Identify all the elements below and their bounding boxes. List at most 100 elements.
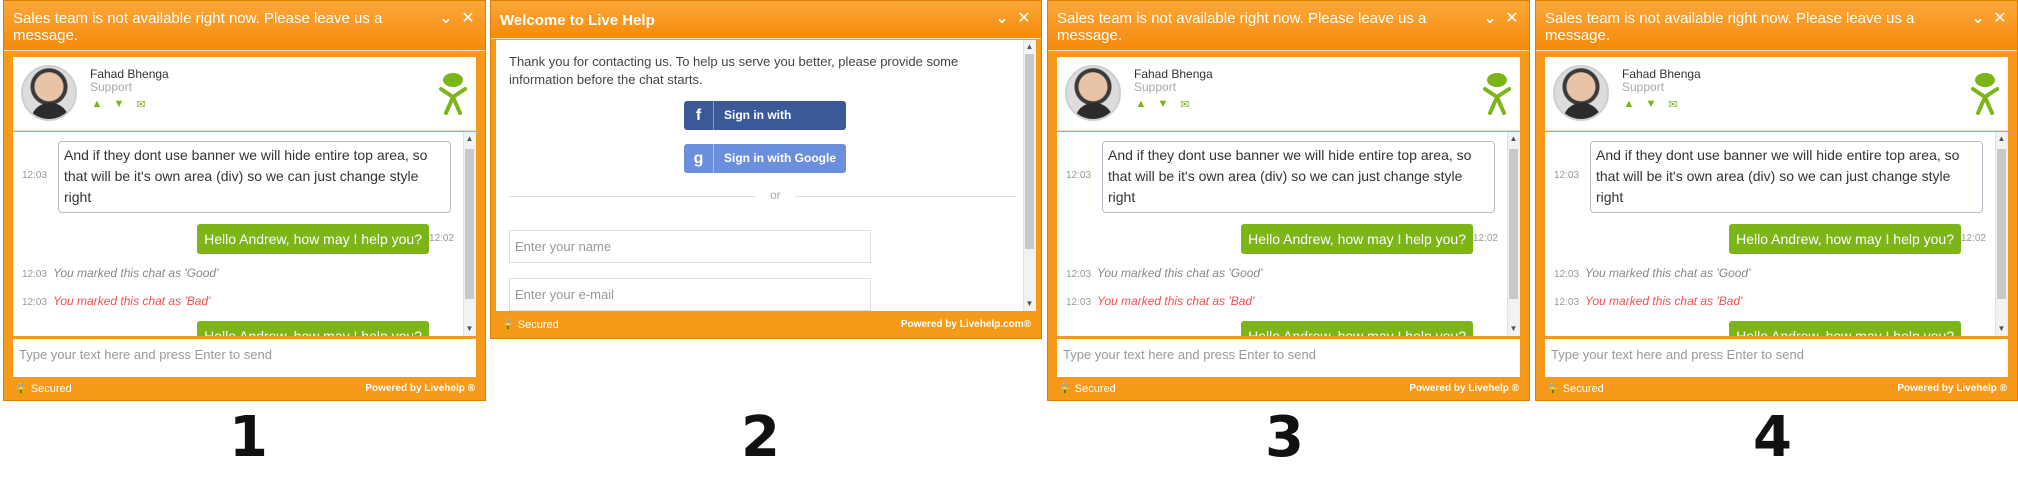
outgoing-message: Hello Andrew, how may I help you?: [1241, 321, 1473, 336]
incoming-message: And if they dont use banner we will hide…: [58, 141, 451, 213]
secured-label: 🔒 Secured: [14, 378, 72, 400]
email-icon[interactable]: ✉: [1178, 98, 1192, 111]
powered-by-link[interactable]: Powered by Livehelp.com®: [901, 311, 1031, 338]
scroll-down-icon[interactable]: ▼: [1997, 324, 2006, 334]
minimize-icon[interactable]: ⌄: [1481, 10, 1499, 28]
system-message-bad: 12:03 You marked this chat as 'Bad': [1066, 294, 1254, 308]
powered-by-link[interactable]: Powered by Livehelp ®: [1409, 378, 1519, 400]
welcome-header-title: Welcome to Live Help: [500, 12, 655, 29]
secured-label: 🔒 Secured: [501, 311, 559, 338]
agent-name: Fahad Bhenga: [1622, 67, 1701, 81]
message-input[interactable]: Type your text here and press Enter to s…: [1057, 337, 1520, 377]
lock-icon: 🔒: [1546, 383, 1560, 395]
message-list[interactable]: And if they dont use banner we will hide…: [1545, 132, 2008, 336]
thumbs-down-icon[interactable]: ▼: [1156, 98, 1170, 111]
scrollbar-thumb[interactable]: [465, 149, 474, 299]
message-time: 12:02: [1472, 233, 1498, 244]
livehelp-logo-icon: [1483, 73, 1511, 115]
chat-header-title: Sales team is not available right now. P…: [13, 10, 383, 44]
welcome-widget: Welcome to Live Help ⌄ ✕ Thank you for c…: [490, 0, 1042, 339]
agent-role: Support: [90, 80, 133, 94]
close-icon[interactable]: ✕: [1015, 10, 1033, 28]
message-list[interactable]: And if they dont use banner we will hide…: [1057, 132, 1520, 336]
scroll-down-icon[interactable]: ▼: [1025, 299, 1034, 309]
name-field[interactable]: Enter your name: [509, 230, 871, 263]
outgoing-message: Hello Andrew, how may I help you?: [197, 224, 429, 254]
scrollbar[interactable]: ▲ ▼: [1023, 40, 1036, 311]
system-message-good: 12:03 You marked this chat as 'Good': [22, 266, 218, 280]
chat-footer: 🔒 Secured Powered by Livehelp ®: [4, 378, 485, 400]
system-message-good: 12:03 You marked this chat as 'Good': [1554, 266, 1750, 280]
scrollbar[interactable]: ▲ ▼: [463, 132, 476, 336]
minimize-icon[interactable]: ⌄: [1969, 10, 1987, 28]
outgoing-message: Hello Andrew, how may I help you?: [1241, 224, 1473, 254]
scroll-down-icon[interactable]: ▼: [465, 324, 474, 334]
thumbs-up-icon[interactable]: ▲: [1622, 98, 1636, 111]
thumbs-up-icon[interactable]: ▲: [1134, 98, 1148, 111]
variant-label-3: 3: [1265, 405, 1304, 470]
avatar: [1553, 65, 1609, 121]
secured-text: Secured: [1562, 383, 1604, 395]
scrollbar-thumb[interactable]: [1509, 149, 1518, 299]
lock-icon: 🔒: [14, 383, 28, 395]
avatar: [1065, 65, 1121, 121]
powered-by-link[interactable]: Powered by Livehelp ®: [365, 378, 475, 400]
scroll-up-icon[interactable]: ▲: [1997, 134, 2006, 144]
scrollbar-thumb[interactable]: [1997, 149, 2006, 299]
email-icon[interactable]: ✉: [134, 98, 148, 111]
message-input[interactable]: Type your text here and press Enter to s…: [13, 337, 476, 377]
message-list[interactable]: And if they dont use banner we will hide…: [13, 132, 476, 336]
agent-name: Fahad Bhenga: [1134, 67, 1213, 81]
secured-label: 🔒 Secured: [1058, 378, 1116, 400]
lock-icon: 🔒: [501, 319, 515, 331]
message-time: 12:03: [1066, 269, 1092, 280]
scroll-down-icon[interactable]: ▼: [1509, 324, 1518, 334]
scrollbar[interactable]: ▲ ▼: [1995, 132, 2008, 336]
message-input[interactable]: Type your text here and press Enter to s…: [1545, 337, 2008, 377]
outgoing-message: Hello Andrew, how may I help you?: [1729, 224, 1961, 254]
chat-footer: 🔒 Secured Powered by Livehelp ®: [1048, 378, 1529, 400]
close-icon[interactable]: ✕: [1991, 10, 2009, 28]
scroll-up-icon[interactable]: ▲: [1509, 134, 1518, 144]
close-icon[interactable]: ✕: [459, 10, 477, 28]
thumbs-down-icon[interactable]: ▼: [1644, 98, 1658, 111]
message-time: 12:03: [1066, 297, 1092, 308]
message-time: 12:02: [428, 233, 454, 244]
message-time: 12:03: [1066, 170, 1092, 181]
welcome-intro: Thank you for contacting us. To help us …: [509, 54, 959, 87]
close-icon[interactable]: ✕: [1503, 10, 1521, 28]
chat-header: Sales team is not available right now. P…: [1048, 1, 1529, 51]
powered-by-link[interactable]: Powered by Livehelp ®: [1897, 378, 2007, 400]
google-signin-button[interactable]: g Sign in with Google: [684, 144, 846, 173]
variant-label-4: 4: [1753, 405, 1792, 470]
message-time: 12:02: [1960, 233, 1986, 244]
email-field[interactable]: Enter your e-mail: [509, 278, 871, 311]
chat-header: Sales team is not available right now. P…: [4, 1, 485, 51]
incoming-message: And if they dont use banner we will hide…: [1590, 141, 1983, 213]
thumbs-up-icon[interactable]: ▲: [90, 98, 104, 111]
system-message-text: You marked this chat as 'Bad': [53, 294, 211, 308]
facebook-icon: f: [684, 101, 714, 130]
facebook-signin-button[interactable]: f Sign in with Facebook: [684, 101, 846, 151]
livehelp-logo-icon: [1971, 73, 1999, 115]
agent-name: Fahad Bhenga: [90, 67, 169, 81]
system-message-bad: 12:03 You marked this chat as 'Bad': [22, 294, 210, 308]
agent-role: Support: [1622, 80, 1665, 94]
email-icon[interactable]: ✉: [1666, 98, 1680, 111]
chat-header-title: Sales team is not available right now. P…: [1545, 10, 1915, 44]
lock-icon: 🔒: [1058, 383, 1072, 395]
thumbs-down-icon[interactable]: ▼: [112, 98, 126, 111]
agent-card: Fahad Bhenga Support ▲ ▼ ✉: [1057, 57, 1520, 131]
scrollbar[interactable]: ▲ ▼: [1507, 132, 1520, 336]
chat-widget-4: Sales team is not available right now. P…: [1535, 0, 2018, 401]
scroll-up-icon[interactable]: ▲: [1025, 42, 1034, 52]
agent-card: Fahad Bhenga Support ▲ ▼ ✉: [13, 57, 476, 131]
minimize-icon[interactable]: ⌄: [993, 10, 1011, 28]
minimize-icon[interactable]: ⌄: [437, 10, 455, 28]
system-message-bad: 12:03 You marked this chat as 'Bad': [1554, 294, 1742, 308]
scrollbar-thumb[interactable]: [1025, 54, 1034, 249]
secured-text: Secured: [1074, 383, 1116, 395]
variant-label-2: 2: [741, 405, 780, 470]
scroll-up-icon[interactable]: ▲: [465, 134, 474, 144]
avatar: [21, 65, 77, 121]
